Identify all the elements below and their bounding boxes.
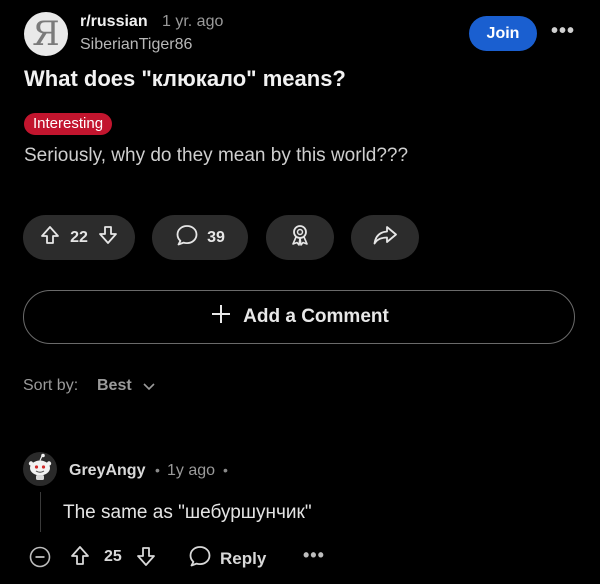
reply-icon xyxy=(188,545,212,572)
downvote-icon[interactable] xyxy=(98,225,118,250)
post-vote-count: 22 xyxy=(70,228,88,246)
thread-line[interactable] xyxy=(40,492,41,532)
subreddit-avatar[interactable]: Я xyxy=(24,12,68,56)
comments-count: 39 xyxy=(207,228,225,246)
snoo-avatar-icon xyxy=(25,452,55,487)
post-timestamp: 1 yr. ago xyxy=(162,13,224,30)
comment-upvote-icon[interactable] xyxy=(70,545,90,572)
subreddit-name[interactable]: r/russian xyxy=(80,13,148,31)
comment-timestamp: 1y ago xyxy=(167,462,216,479)
vote-pill: 22 xyxy=(23,215,135,260)
post-body: Seriously, why do they mean by this worl… xyxy=(24,145,409,166)
share-button[interactable] xyxy=(351,215,419,260)
award-button[interactable] xyxy=(266,215,334,260)
add-comment-button[interactable]: Add a Comment xyxy=(23,290,575,344)
comments-button[interactable]: 39 xyxy=(152,215,248,260)
more-options-icon[interactable]: ••• xyxy=(551,20,575,43)
share-icon xyxy=(372,224,398,251)
separator-dot: • xyxy=(155,462,160,478)
add-comment-label: Add a Comment xyxy=(243,306,389,327)
comment-vote-count: 25 xyxy=(104,548,122,565)
reply-button[interactable]: Reply xyxy=(188,545,266,572)
award-icon xyxy=(288,223,312,252)
sort-dropdown[interactable]: Best xyxy=(97,377,132,395)
join-button[interactable]: Join xyxy=(469,16,537,51)
plus-icon xyxy=(209,302,233,332)
subreddit-avatar-glyph: Я xyxy=(32,14,60,54)
separator-dot: • xyxy=(223,462,228,478)
post-flair[interactable]: Interesting xyxy=(24,113,113,135)
chevron-down-icon[interactable] xyxy=(142,379,156,398)
comment-downvote-icon[interactable] xyxy=(136,545,156,572)
comment-icon xyxy=(175,224,199,251)
comment-text: The same as "шебуршунчик" xyxy=(63,502,312,523)
reply-label: Reply xyxy=(220,548,267,568)
comment-author[interactable]: GreyAngy xyxy=(69,462,145,480)
comment-avatar[interactable] xyxy=(23,452,57,486)
post-title: What does "клюкало" means? xyxy=(24,66,346,91)
collapse-icon[interactable] xyxy=(29,546,51,573)
sort-label: Sort by: xyxy=(23,377,79,394)
upvote-icon[interactable] xyxy=(40,225,60,250)
comment-more-icon[interactable]: ••• xyxy=(303,545,325,566)
post-author[interactable]: SiberianTiger86 xyxy=(80,36,192,54)
